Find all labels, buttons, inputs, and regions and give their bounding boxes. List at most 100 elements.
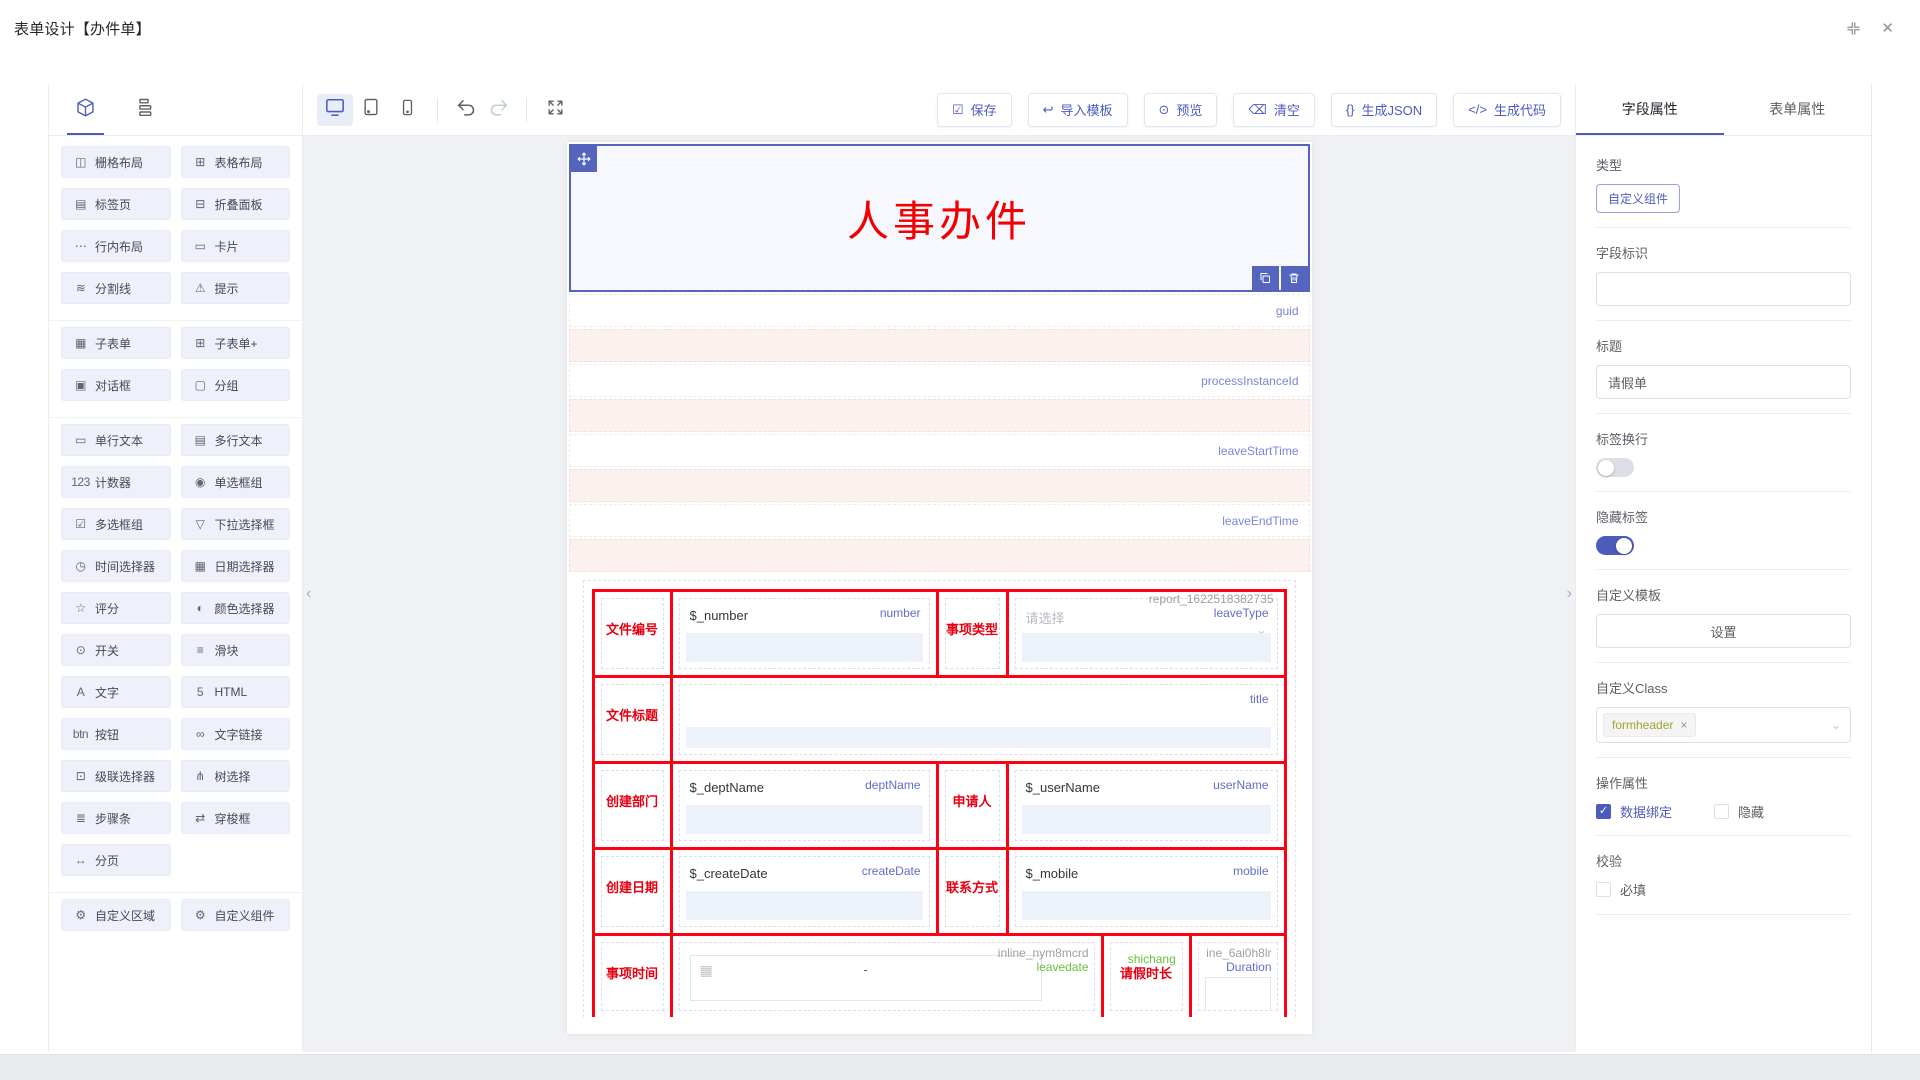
device-mobile-button[interactable]: [389, 94, 425, 126]
field-item-文字链接[interactable]: ∞文字链接: [181, 718, 291, 750]
section-divider: [1596, 835, 1851, 836]
device-tablet-button[interactable]: [353, 94, 389, 126]
field-item-单行文本[interactable]: ▭单行文本: [61, 424, 171, 456]
fullscreen-button[interactable]: [539, 94, 571, 126]
title-input[interactable]: [1596, 365, 1851, 399]
device-desktop-button[interactable]: [317, 94, 353, 126]
field-cell[interactable]: $_number number: [673, 592, 939, 675]
field-id-input[interactable]: [1596, 272, 1851, 306]
hidden-field-row[interactable]: guid: [569, 294, 1310, 327]
field-item-开关[interactable]: ⊙开关: [61, 634, 171, 666]
compress-icon[interactable]: [1846, 21, 1861, 36]
field-item-穿梭框[interactable]: ⇄穿梭框: [181, 802, 291, 834]
field-item-行内布局[interactable]: ⋯行内布局: [61, 230, 171, 262]
settings-button[interactable]: 设置: [1596, 614, 1851, 648]
tab-form-properties[interactable]: 表单属性: [1724, 84, 1872, 135]
tab-component-library[interactable]: [75, 84, 96, 135]
duration-input[interactable]: [1205, 977, 1271, 1011]
generate-json-button[interactable]: {}生成JSON: [1331, 93, 1437, 127]
field-cell[interactable]: $_mobile mobile: [1009, 850, 1284, 933]
label-wrap-toggle[interactable]: [1596, 458, 1634, 477]
field-item-标签页[interactable]: ▤标签页: [61, 188, 171, 220]
clear-button[interactable]: ⌫清空: [1233, 93, 1314, 127]
tab-field-properties[interactable]: 字段属性: [1576, 84, 1724, 135]
generate-code-button[interactable]: </>生成代码: [1453, 93, 1561, 127]
preview-button[interactable]: ⊙预览: [1144, 93, 1218, 127]
hidden-field-row[interactable]: processInstanceId: [569, 364, 1310, 397]
hidden-field-row[interactable]: leaveEndTime: [569, 504, 1310, 537]
field-item-自定义组件[interactable]: ⚙自定义组件: [181, 899, 291, 931]
label-cell[interactable]: 创建日期: [595, 850, 673, 933]
field-item-子表单+[interactable]: ⊞子表单+: [181, 327, 291, 359]
design-canvas[interactable]: ‹ › 人事办件: [303, 136, 1575, 1052]
field-item-自定义区域[interactable]: ⚙自定义区域: [61, 899, 171, 931]
save-button[interactable]: ☑保存: [937, 93, 1012, 127]
label-cell[interactable]: 文件标题: [595, 678, 673, 761]
field-item-单选框组[interactable]: ◉单选框组: [181, 466, 291, 498]
undo-button[interactable]: [450, 94, 482, 126]
trash-icon[interactable]: [1281, 266, 1308, 290]
tab-outline-tree[interactable]: [134, 84, 154, 135]
field-item-HTML[interactable]: 5HTML: [181, 676, 291, 708]
label-cell[interactable]: 请假时长 shichang: [1104, 936, 1192, 1017]
field-item-颜色选择器[interactable]: ◐颜色选择器: [181, 592, 291, 624]
field-item-分页[interactable]: ↔分页: [61, 844, 171, 876]
custom-class-select[interactable]: formheader × ⌄: [1596, 707, 1851, 743]
field-cell[interactable]: $_userName userName: [1009, 764, 1284, 847]
field-item-计数器[interactable]: 123计数器: [61, 466, 171, 498]
move-handle-icon[interactable]: [571, 146, 597, 172]
collapse-left-icon[interactable]: ‹: [306, 586, 311, 602]
report-table-component[interactable]: report_1622518382735 文件编号 $_number numbe…: [583, 580, 1296, 1017]
field-item-提示[interactable]: ⚠提示: [181, 272, 291, 304]
field-item-级联选择器[interactable]: ⊡级联选择器: [61, 760, 171, 792]
field-item-步骤条[interactable]: ≣步骤条: [61, 802, 171, 834]
label-cell[interactable]: 联系方式: [939, 850, 1009, 933]
field-item-表格布局[interactable]: ⊞表格布局: [181, 146, 291, 178]
close-icon[interactable]: ✕: [1881, 19, 1894, 37]
label-cell[interactable]: 文件编号: [595, 592, 673, 675]
label-cell[interactable]: 事项时间: [595, 936, 673, 1017]
hidden-field-row-spacer[interactable]: [569, 469, 1310, 502]
field-item-对话框[interactable]: ▣对话框: [61, 369, 171, 401]
hidden-field-row-spacer[interactable]: [569, 329, 1310, 362]
field-item-分割线[interactable]: ≋分割线: [61, 272, 171, 304]
label-cell[interactable]: 事项类型: [939, 592, 1009, 675]
field-item-折叠面板[interactable]: ⊟折叠面板: [181, 188, 291, 220]
field-item-栅格布局[interactable]: ◫栅格布局: [61, 146, 171, 178]
field-item-文字[interactable]: A文字: [61, 676, 171, 708]
hidden-checkbox[interactable]: 隐藏: [1714, 802, 1764, 821]
form-header-component[interactable]: 人事办件: [569, 144, 1310, 292]
field-cell[interactable]: $_createDate createDate: [673, 850, 939, 933]
collapse-right-icon[interactable]: ›: [1567, 586, 1572, 602]
label-cell[interactable]: 创建部门: [595, 764, 673, 847]
hidden-field-row-spacer[interactable]: [569, 399, 1310, 432]
field-item-子表单[interactable]: ▦子表单: [61, 327, 171, 359]
databind-checkbox[interactable]: ✓ 数据绑定: [1596, 802, 1672, 821]
field-item-多选框组[interactable]: ☑多选框组: [61, 508, 171, 540]
hidden-field-row[interactable]: leaveStartTime: [569, 434, 1310, 467]
field-cell[interactable]: $_deptName deptName: [673, 764, 939, 847]
label-cell[interactable]: 申请人: [939, 764, 1009, 847]
date-range-picker[interactable]: ▦ -: [690, 955, 1042, 1001]
field-item-滑块[interactable]: ≡滑块: [181, 634, 291, 666]
remove-tag-icon[interactable]: ×: [1680, 718, 1687, 732]
copy-icon[interactable]: [1252, 266, 1279, 290]
form-paper[interactable]: 人事办件 guid processInstanceId leaveStartTime…: [567, 142, 1312, 1034]
import-template-button[interactable]: ↩导入模板: [1028, 93, 1128, 127]
field-item-日期选择器[interactable]: ▦日期选择器: [181, 550, 291, 582]
field-item-多行文本[interactable]: ▤多行文本: [181, 424, 291, 456]
field-item-卡片[interactable]: ▭卡片: [181, 230, 291, 262]
required-checkbox[interactable]: 必填: [1596, 880, 1646, 899]
field-item-时间选择器[interactable]: ◷时间选择器: [61, 550, 171, 582]
field-item-下拉选择框[interactable]: ▽下拉选择框: [181, 508, 291, 540]
field-cell[interactable]: ine_6ai0h8lr Duration: [1192, 936, 1284, 1017]
field-item-按钮[interactable]: btn按钮: [61, 718, 171, 750]
field-item-评分[interactable]: ☆评分: [61, 592, 171, 624]
hide-label-toggle[interactable]: [1596, 536, 1634, 555]
redo-button[interactable]: [482, 94, 514, 126]
field-cell[interactable]: title: [673, 678, 1284, 761]
field-item-分组[interactable]: ▢分组: [181, 369, 291, 401]
hidden-field-row-spacer[interactable]: [569, 539, 1310, 572]
field-item-树选择[interactable]: ⋔树选择: [181, 760, 291, 792]
field-cell[interactable]: inline_nym8mcrd leavedate ▦ -: [673, 936, 1104, 1017]
